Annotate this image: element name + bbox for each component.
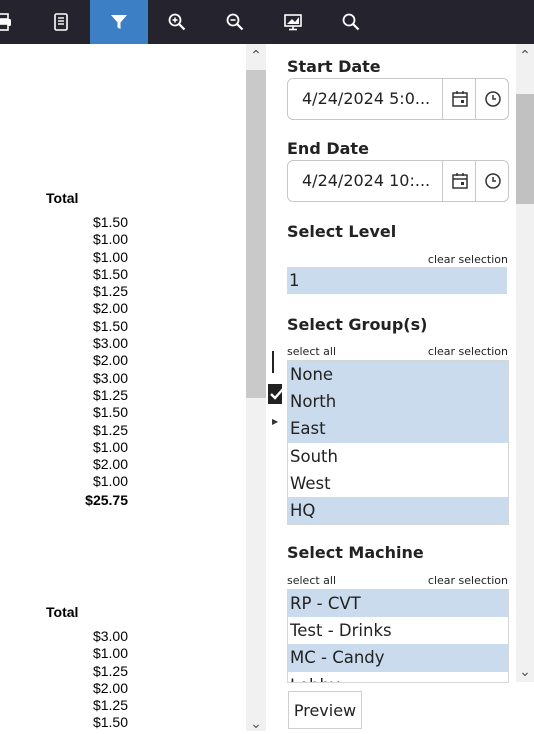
end-date-calendar-button[interactable] bbox=[442, 161, 476, 201]
calendar-icon bbox=[451, 91, 468, 107]
presentation-button[interactable] bbox=[264, 0, 322, 44]
clock-icon bbox=[484, 91, 501, 107]
report-value: $1.00 bbox=[92, 248, 128, 265]
report-viewer: Total $1.50 $1.00 $1.00 $1.50 $1.25 $2.0… bbox=[0, 44, 246, 731]
search-icon bbox=[342, 13, 360, 31]
report-value: $1.50 bbox=[92, 404, 128, 421]
presentation-icon bbox=[284, 14, 302, 31]
machine-listbox[interactable]: RP - CVT Test - Drinks MC - Candy Lobby bbox=[287, 589, 509, 683]
report-value: $1.25 bbox=[92, 283, 128, 300]
report-value: $1.00 bbox=[92, 473, 128, 490]
start-date-value[interactable]: 4/24/2024 5:0... bbox=[302, 89, 440, 108]
report-value: $2.00 bbox=[92, 300, 128, 317]
end-date-label: End Date bbox=[287, 139, 369, 158]
zoom-out-button[interactable] bbox=[206, 0, 264, 44]
scroll-down-arrow-icon[interactable]: ⌄ bbox=[516, 662, 534, 682]
report-value: $1.50 bbox=[92, 317, 128, 334]
level-listbox[interactable]: 1 bbox=[287, 267, 507, 295]
panel-splitter[interactable]: ▶ bbox=[266, 44, 286, 731]
report-column-title: Total bbox=[46, 190, 79, 206]
scroll-up-arrow-icon[interactable]: ⌃ bbox=[516, 46, 534, 66]
report-value: $1.25 bbox=[92, 386, 128, 403]
report-value: $1.25 bbox=[92, 421, 128, 438]
search-button[interactable] bbox=[322, 0, 380, 44]
filter-panel: Start Date 4/24/2024 5:0... End Date 4/2… bbox=[282, 44, 516, 731]
report-total: $25.75 bbox=[85, 491, 128, 508]
report-value: $3.00 bbox=[92, 369, 128, 386]
report-value: $1.50 bbox=[92, 214, 128, 230]
select-machine-label: Select Machine bbox=[287, 543, 424, 562]
start-date-calendar-button[interactable] bbox=[442, 79, 476, 119]
clock-icon bbox=[484, 173, 501, 189]
group-option[interactable]: East bbox=[288, 415, 508, 443]
group-option[interactable]: West bbox=[288, 470, 508, 497]
report-value: $3.00 bbox=[92, 628, 128, 644]
filter-button[interactable] bbox=[90, 0, 148, 44]
group-option[interactable]: HQ bbox=[288, 496, 508, 524]
start-date-time-button[interactable] bbox=[475, 79, 509, 119]
report-value: $1.00 bbox=[92, 438, 128, 455]
end-date-field[interactable]: 4/24/2024 10:... bbox=[287, 160, 509, 202]
print-icon bbox=[0, 13, 11, 31]
machine-option[interactable]: Test - Drinks bbox=[288, 617, 508, 644]
machine-option[interactable]: Lobby bbox=[288, 672, 508, 682]
report-value: $1.25 bbox=[92, 662, 128, 679]
report-value: $1.00 bbox=[92, 645, 128, 662]
splitter-handle[interactable] bbox=[272, 351, 274, 373]
group-option[interactable]: South bbox=[288, 443, 508, 470]
groups-clear-selection-link[interactable]: clear selection bbox=[428, 345, 508, 358]
end-date-value[interactable]: 4/24/2024 10:... bbox=[302, 171, 440, 190]
group-option[interactable]: North bbox=[288, 388, 508, 416]
report-values: $3.00 $1.00 $1.25 $2.00 $1.25 $1.50 bbox=[0, 628, 128, 731]
scrollbar-thumb[interactable] bbox=[246, 70, 266, 398]
group-option[interactable]: None bbox=[288, 361, 508, 389]
machine-clear-selection-link[interactable]: clear selection bbox=[428, 574, 508, 587]
report-value: $1.25 bbox=[92, 697, 128, 714]
report-value: $2.00 bbox=[92, 679, 128, 696]
machine-option[interactable]: RP - CVT bbox=[288, 590, 508, 618]
report-value: $1.50 bbox=[92, 714, 128, 731]
scroll-down-arrow-icon[interactable]: ⌄ bbox=[246, 714, 266, 734]
filter-panel-scrollbar[interactable]: ⌃ ⌄ bbox=[516, 44, 534, 682]
calendar-icon bbox=[451, 173, 468, 189]
filter-icon bbox=[111, 15, 127, 29]
report-value: $2.00 bbox=[92, 456, 128, 473]
groups-listbox[interactable]: None North East South West HQ bbox=[287, 360, 509, 525]
report-value: $3.00 bbox=[92, 335, 128, 352]
level-clear-selection-link[interactable]: clear selection bbox=[428, 253, 508, 266]
start-date-label: Start Date bbox=[287, 57, 381, 76]
report-value: $1.50 bbox=[92, 265, 128, 282]
start-date-field[interactable]: 4/24/2024 5:0... bbox=[287, 78, 509, 120]
end-date-time-button[interactable] bbox=[475, 161, 509, 201]
machine-option[interactable]: MC - Candy bbox=[288, 644, 508, 672]
scroll-up-arrow-icon[interactable]: ⌃ bbox=[246, 46, 266, 66]
preview-button[interactable]: Preview bbox=[288, 691, 362, 729]
zoom-in-icon bbox=[168, 13, 186, 31]
expand-arrow-icon[interactable]: ▶ bbox=[272, 417, 278, 426]
report-values: $1.50 $1.00 $1.00 $1.50 $1.25 $2.00 $1.5… bbox=[0, 214, 128, 509]
scrollbar-thumb[interactable] bbox=[516, 94, 534, 204]
report-column-title: Total bbox=[46, 604, 79, 620]
groups-select-all-link[interactable]: select all bbox=[287, 345, 336, 358]
print-button[interactable] bbox=[0, 0, 32, 44]
machine-select-all-link[interactable]: select all bbox=[287, 574, 336, 587]
document-button[interactable] bbox=[32, 0, 90, 44]
select-groups-label: Select Group(s) bbox=[287, 315, 428, 334]
report-scrollbar[interactable]: ⌃ ⌄ bbox=[246, 44, 266, 734]
select-level-label: Select Level bbox=[287, 222, 397, 241]
zoom-out-icon bbox=[226, 13, 244, 31]
report-value: $2.00 bbox=[92, 352, 128, 369]
document-icon bbox=[54, 13, 68, 31]
report-value: $1.00 bbox=[92, 231, 128, 248]
level-option[interactable]: 1 bbox=[287, 267, 507, 295]
zoom-in-button[interactable] bbox=[148, 0, 206, 44]
toolbar bbox=[0, 0, 534, 44]
